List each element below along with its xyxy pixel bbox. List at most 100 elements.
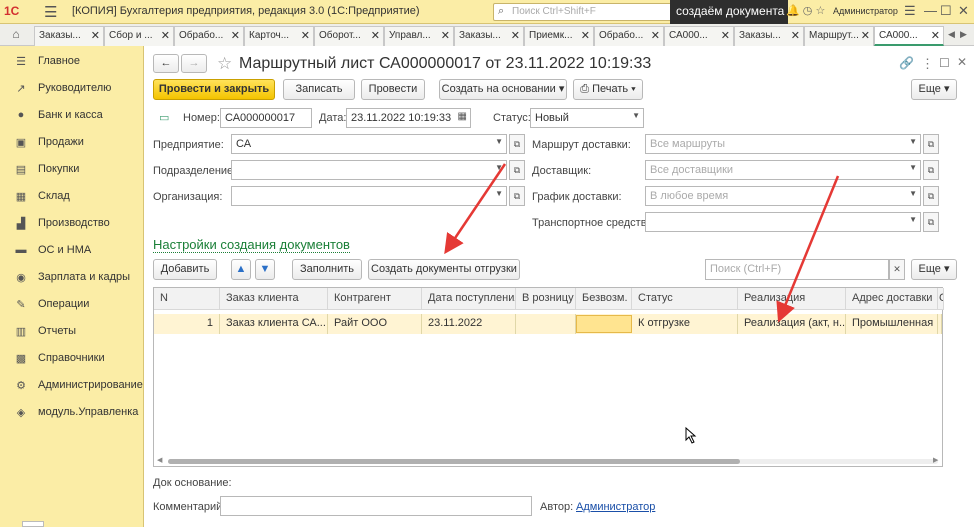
tab-close-icon[interactable]: ✕ bbox=[511, 29, 520, 42]
open-organization-button[interactable]: ⧉ bbox=[509, 186, 525, 206]
sidebar-item-production[interactable]: ▟ Производство bbox=[0, 210, 144, 236]
tab-close-icon[interactable]: ✕ bbox=[931, 29, 940, 42]
column-header[interactable]: Контрагент bbox=[328, 288, 422, 310]
sidebar-item-bank[interactable]: ● Банк и касса bbox=[0, 102, 144, 128]
sidebar-item-module[interactable]: ◈ модуль.Управленка bbox=[0, 399, 144, 425]
tab-close-icon[interactable]: ✕ bbox=[651, 29, 660, 42]
division-field[interactable]: ▼ bbox=[231, 160, 507, 180]
cell-address[interactable]: Промышленная bbox=[846, 314, 938, 334]
open-route-button[interactable]: ⧉ bbox=[923, 134, 939, 154]
chevron-down-icon[interactable]: ▼ bbox=[909, 189, 917, 198]
sidebar-item-operations[interactable]: ✎ Операции bbox=[0, 291, 144, 317]
forward-button[interactable]: → bbox=[181, 54, 207, 73]
cell-realization[interactable]: Реализация (акт, н... bbox=[738, 314, 846, 334]
vehicle-field[interactable]: ▼ bbox=[645, 212, 921, 232]
bell-icon[interactable]: 🔔 bbox=[786, 5, 800, 17]
close-icon[interactable]: ✕ bbox=[958, 3, 969, 19]
sidebar-item-catalogs[interactable]: ▩ Справочники bbox=[0, 345, 144, 371]
tab-close-icon[interactable]: ✕ bbox=[581, 29, 590, 42]
open-schedule-button[interactable]: ⧉ bbox=[923, 186, 939, 206]
column-header[interactable]: Безвозм. bbox=[576, 288, 632, 310]
author-link[interactable]: Администратор bbox=[576, 501, 655, 513]
save-button[interactable]: Записать bbox=[283, 79, 355, 100]
tab-window[interactable]: Сбор и ... ✕ bbox=[104, 26, 174, 46]
chevron-down-icon[interactable]: ▼ bbox=[909, 163, 917, 172]
maximize-form-icon[interactable]: ☐ bbox=[939, 56, 950, 70]
more-button[interactable]: Еще ▾ bbox=[911, 79, 957, 100]
table-row[interactable]: 1 Заказ клиента СА... Райт ООО 23.11.202… bbox=[154, 314, 942, 334]
comment-field[interactable] bbox=[220, 496, 532, 516]
post-and-close-button[interactable]: Провести и закрыть bbox=[153, 79, 275, 100]
tab-window[interactable]: СА000... ✕ bbox=[664, 26, 734, 46]
tab-window[interactable]: Обрабо... ✕ bbox=[174, 26, 244, 46]
tab-window[interactable]: Приемк... ✕ bbox=[524, 26, 594, 46]
column-header[interactable]: Дата поступления bbox=[422, 288, 516, 310]
maximize-icon[interactable]: ☐ bbox=[940, 3, 952, 19]
tab-window[interactable]: Заказы... ✕ bbox=[734, 26, 804, 46]
create-based-on-button[interactable]: Создать на основании ▾ bbox=[439, 79, 567, 100]
enterprise-field[interactable]: СА ▼ bbox=[231, 134, 507, 154]
more-vertical-icon[interactable]: ⋮ bbox=[921, 56, 934, 72]
orders-table[interactable]: N Заказ клиента Контрагент Дата поступле… bbox=[153, 287, 944, 467]
tab-close-icon[interactable]: ✕ bbox=[301, 29, 310, 42]
cell-status[interactable]: К отгрузке bbox=[632, 314, 738, 334]
settings-menu-icon[interactable]: ☰ bbox=[904, 3, 916, 19]
cell-retail[interactable] bbox=[516, 314, 576, 334]
minimize-icon[interactable]: — bbox=[924, 3, 937, 18]
main-menu-icon[interactable]: ☰ bbox=[44, 3, 57, 21]
open-vehicle-button[interactable]: ⧉ bbox=[923, 212, 939, 232]
supplier-field[interactable]: Все доставщики ▼ bbox=[645, 160, 921, 180]
tabs-scroll-left-icon[interactable]: ◀ bbox=[948, 29, 955, 40]
tab-close-icon[interactable]: ✕ bbox=[791, 29, 800, 42]
sidebar-item-main[interactable]: ☰ Главное bbox=[0, 48, 144, 74]
table-horizontal-scrollbar[interactable] bbox=[168, 459, 938, 464]
cell-free-checkbox[interactable] bbox=[576, 315, 632, 333]
chevron-down-icon[interactable]: ▼ bbox=[909, 137, 917, 146]
current-user[interactable]: Администратор bbox=[833, 6, 898, 16]
back-button[interactable]: ← bbox=[153, 54, 179, 73]
tab-close-icon[interactable]: ✕ bbox=[371, 29, 380, 42]
fill-button[interactable]: Заполнить bbox=[292, 259, 362, 280]
home-icon[interactable]: ⌂ bbox=[4, 27, 28, 43]
sidebar-item-reports[interactable]: ▥ Отчеты bbox=[0, 318, 144, 344]
global-search-input[interactable]: ⌕ Поиск Ctrl+Shift+F bbox=[493, 3, 673, 21]
move-down-button[interactable]: ▼ bbox=[255, 259, 275, 280]
tab-window[interactable]: Заказы... ✕ bbox=[34, 26, 104, 46]
star-icon[interactable]: ☆ bbox=[815, 5, 825, 17]
sidebar-item-admin[interactable]: ⚙ Администрирование bbox=[0, 372, 144, 398]
table-more-button[interactable]: Еще ▾ bbox=[911, 259, 957, 280]
tab-window[interactable]: Заказы... ✕ bbox=[454, 26, 524, 46]
tab-window[interactable]: Управл... ✕ bbox=[384, 26, 454, 46]
chevron-down-icon[interactable]: ▼ bbox=[909, 215, 917, 224]
history-icon[interactable]: ◷ bbox=[803, 5, 813, 17]
cell-order[interactable]: Заказ клиента СА... bbox=[220, 314, 328, 334]
tab-close-icon[interactable]: ✕ bbox=[861, 29, 870, 42]
tab-close-icon[interactable]: ✕ bbox=[721, 29, 730, 42]
tab-window-active[interactable]: СА000... ✕ bbox=[874, 26, 944, 46]
document-creation-settings-link[interactable]: Настройки создания документов bbox=[153, 237, 350, 253]
column-header[interactable]: Реализация bbox=[738, 288, 846, 310]
calendar-icon[interactable]: ▦ bbox=[458, 111, 467, 122]
tab-window[interactable]: Оборот... ✕ bbox=[314, 26, 384, 46]
chevron-down-icon[interactable]: ▼ bbox=[495, 189, 503, 198]
favorite-star-icon[interactable]: ☆ bbox=[217, 54, 232, 74]
route-field[interactable]: Все маршруты ▼ bbox=[645, 134, 921, 154]
scroll-left-icon[interactable]: ◀ bbox=[157, 456, 162, 464]
column-header[interactable]: В розницу bbox=[516, 288, 576, 310]
organization-field[interactable]: ▼ bbox=[231, 186, 507, 206]
cell-date[interactable]: 23.11.2022 bbox=[422, 314, 516, 334]
schedule-field[interactable]: В любое время ▼ bbox=[645, 186, 921, 206]
column-header[interactable]: Заказ клиента bbox=[220, 288, 328, 310]
column-header[interactable]: N bbox=[154, 288, 220, 310]
tab-close-icon[interactable]: ✕ bbox=[91, 29, 100, 42]
column-header[interactable]: С bbox=[938, 288, 944, 310]
clear-search-button[interactable]: ✕ bbox=[889, 259, 905, 280]
open-enterprise-button[interactable]: ⧉ bbox=[509, 134, 525, 154]
sidebar-item-payroll[interactable]: ◉ Зарплата и кадры bbox=[0, 264, 144, 290]
tabs-scroll-right-icon[interactable]: ▶ bbox=[960, 29, 967, 40]
move-up-button[interactable]: ▲ bbox=[231, 259, 251, 280]
tab-close-icon[interactable]: ✕ bbox=[441, 29, 450, 42]
number-field[interactable]: СА000000017 bbox=[220, 108, 312, 128]
tab-window[interactable]: Маршрут... ✕ bbox=[804, 26, 874, 46]
tab-window[interactable]: Обрабо... ✕ bbox=[594, 26, 664, 46]
